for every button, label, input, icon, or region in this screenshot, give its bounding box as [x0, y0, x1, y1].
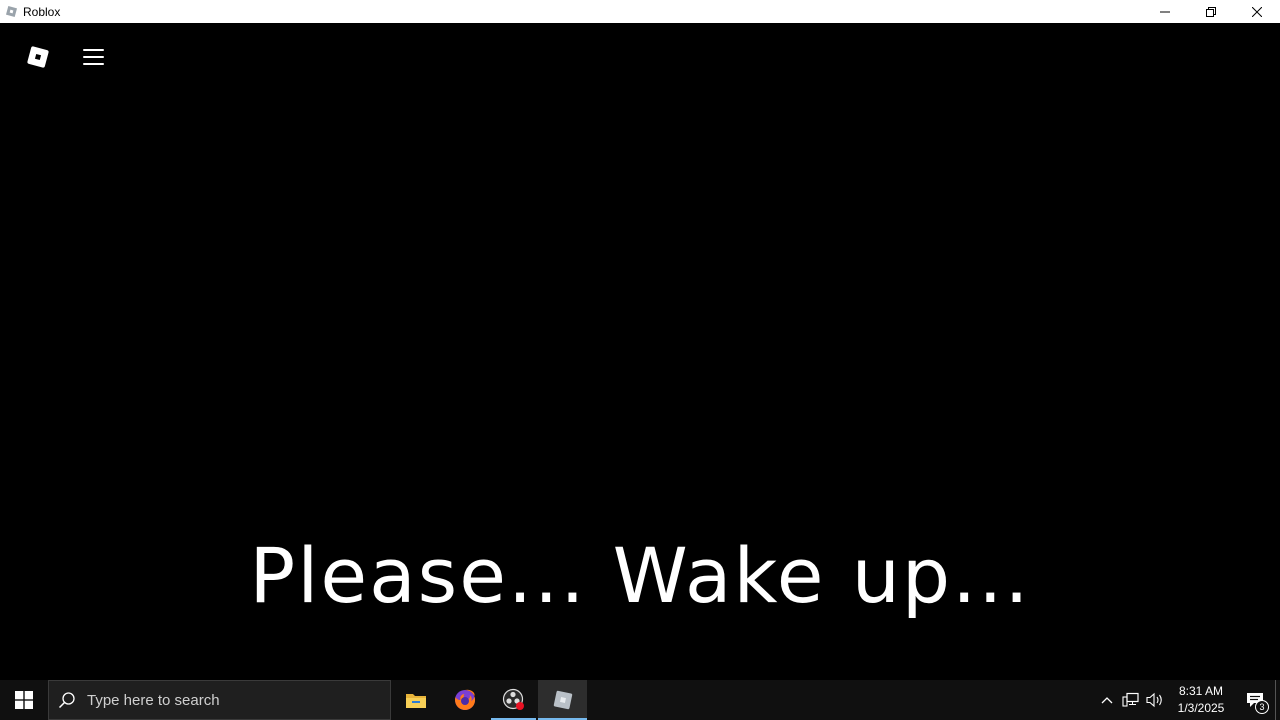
window-title: Roblox: [23, 4, 61, 19]
speaker-icon: [1146, 692, 1162, 708]
chevron-up-icon: [1101, 697, 1113, 704]
system-tray: 8:31 AM 1/3/2025 3: [1095, 680, 1280, 720]
windows-icon: [15, 691, 33, 709]
roblox-taskbar-icon: [553, 690, 572, 710]
minimize-icon: [1160, 11, 1170, 12]
obs-button[interactable]: [489, 680, 538, 720]
menu-bar-line: [83, 56, 104, 58]
minimize-button[interactable]: [1142, 0, 1188, 23]
dialogue-subtitle: Please... Wake up...: [249, 531, 1031, 620]
clock-date: 1/3/2025: [1177, 701, 1225, 715]
volume-button[interactable]: [1143, 680, 1167, 720]
window-controls: [1142, 0, 1280, 23]
obs-icon: [502, 688, 524, 710]
file-explorer-button[interactable]: [391, 680, 440, 720]
close-icon: [1252, 6, 1262, 17]
game-viewport[interactable]: Please... Wake up...: [0, 23, 1280, 680]
taskbar-search-box[interactable]: Type here to search: [48, 680, 391, 720]
network-icon: [1122, 692, 1139, 707]
notification-count-badge: 3: [1255, 700, 1269, 714]
roblox-icon: [4, 5, 18, 19]
show-hidden-icons-button[interactable]: [1095, 680, 1119, 720]
firefox-button[interactable]: [440, 680, 489, 720]
clock-time: 8:31 AM: [1178, 684, 1224, 698]
taskbar-clock[interactable]: 8:31 AM 1/3/2025: [1171, 683, 1231, 717]
action-center-button[interactable]: 3: [1235, 680, 1275, 720]
search-icon: [49, 691, 85, 709]
roblox-logo-icon[interactable]: [26, 45, 50, 69]
menu-bar-line: [83, 63, 104, 65]
start-button[interactable]: [0, 680, 48, 720]
menu-bar-line: [83, 49, 104, 51]
close-button[interactable]: [1234, 0, 1280, 23]
file-explorer-icon: [405, 694, 426, 708]
hamburger-menu-icon[interactable]: [83, 47, 105, 67]
roblox-taskbar-button[interactable]: [538, 680, 587, 720]
network-button[interactable]: [1119, 680, 1143, 720]
firefox-icon: [454, 689, 475, 710]
search-placeholder: Type here to search: [87, 691, 220, 709]
restore-icon: [1206, 6, 1216, 17]
window-titlebar: Roblox: [0, 0, 1280, 23]
taskbar: Type here to search 8:31 AM 1/3/2025 3: [0, 680, 1280, 720]
show-desktop-button[interactable]: [1275, 680, 1280, 720]
restore-button[interactable]: [1188, 0, 1234, 23]
